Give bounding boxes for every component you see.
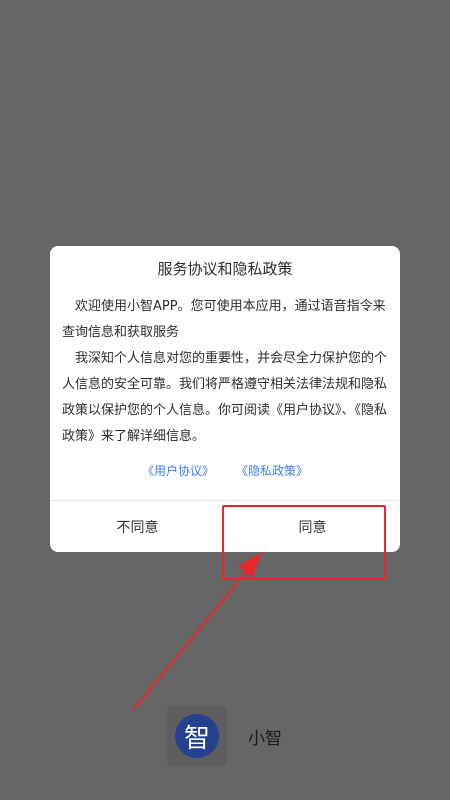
dialog-body: 欢迎使用小智APP。您可使用本应用，通过语音指令来查询信息和获取服务 我深知个人… (62, 294, 392, 450)
disagree-button[interactable]: 不同意 (50, 501, 225, 552)
annotation-highlight-box (222, 505, 386, 580)
privacy-policy-link[interactable]: 《隐私政策》 (236, 462, 308, 482)
policy-links-row: 《用户协议》 《隐私政策》 (50, 462, 400, 482)
annotation-arrow-line (132, 559, 257, 711)
dialog-paragraph-welcome: 欢迎使用小智APP。您可使用本应用，通过语音指令来查询信息和获取服务 (62, 299, 386, 340)
app-name-label: 小智 (248, 729, 282, 749)
user-agreement-link[interactable]: 《用户协议》 (142, 462, 214, 482)
app-logo-icon: 智 (175, 714, 219, 758)
app-icon-tile[interactable]: 智 (167, 706, 227, 766)
dialog-paragraph-privacy: 我深知个人信息对您的重要性，并会尽全力保护您的个人信息的安全可靠。我们将严格遵守… (62, 351, 388, 444)
dialog-title: 服务协议和隐私政策 (157, 260, 293, 278)
